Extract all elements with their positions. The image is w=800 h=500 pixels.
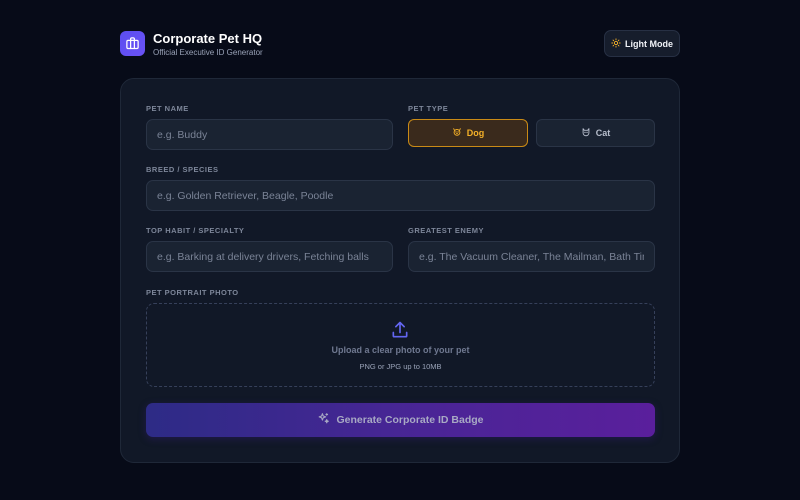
pet-type-cat-label: Cat [595, 128, 611, 138]
sparkles-icon [317, 412, 330, 428]
habit-label: TOP HABIT / SPECIALTY [146, 226, 245, 235]
sun-icon [611, 37, 621, 50]
briefcase-icon [120, 31, 145, 56]
generate-badge-label: Generate Corporate ID Badge [336, 414, 484, 426]
pet-form-card: PET NAME PET TYPE Dog Cat BREED / SPECIE… [120, 78, 680, 463]
light-mode-button[interactable]: Light Mode [604, 30, 680, 57]
pet-type-dog-label: Dog [466, 128, 485, 138]
enemy-label: GREATEST ENEMY [408, 226, 485, 235]
app-title: Corporate Pet HQ [153, 31, 263, 46]
breed-label: BREED / SPECIES [146, 165, 219, 174]
upload-hint: PNG or JPG up to 10MB [359, 362, 442, 371]
pet-name-label: PET NAME [146, 104, 189, 113]
enemy-input[interactable] [408, 241, 655, 272]
pet-type-dog-button[interactable]: Dog [408, 119, 528, 147]
dog-icon [452, 127, 462, 139]
upload-prompt: Upload a clear photo of your pet [331, 345, 470, 355]
photo-upload-dropzone[interactable]: Upload a clear photo of your pet PNG or … [146, 303, 655, 387]
upload-icon [390, 320, 410, 345]
pet-name-input[interactable] [146, 119, 393, 150]
photo-label: PET PORTRAIT PHOTO [146, 288, 239, 297]
generate-badge-button[interactable]: Generate Corporate ID Badge [146, 403, 655, 437]
light-mode-label: Light Mode [625, 38, 673, 49]
app-header: Corporate Pet HQ Official Executive ID G… [120, 30, 680, 58]
cat-icon [581, 127, 591, 139]
habit-input[interactable] [146, 241, 393, 272]
pet-type-cat-button[interactable]: Cat [536, 119, 655, 147]
app-subtitle: Official Executive ID Generator [153, 48, 263, 57]
pet-type-label: PET TYPE [408, 104, 449, 113]
breed-input[interactable] [146, 180, 655, 211]
